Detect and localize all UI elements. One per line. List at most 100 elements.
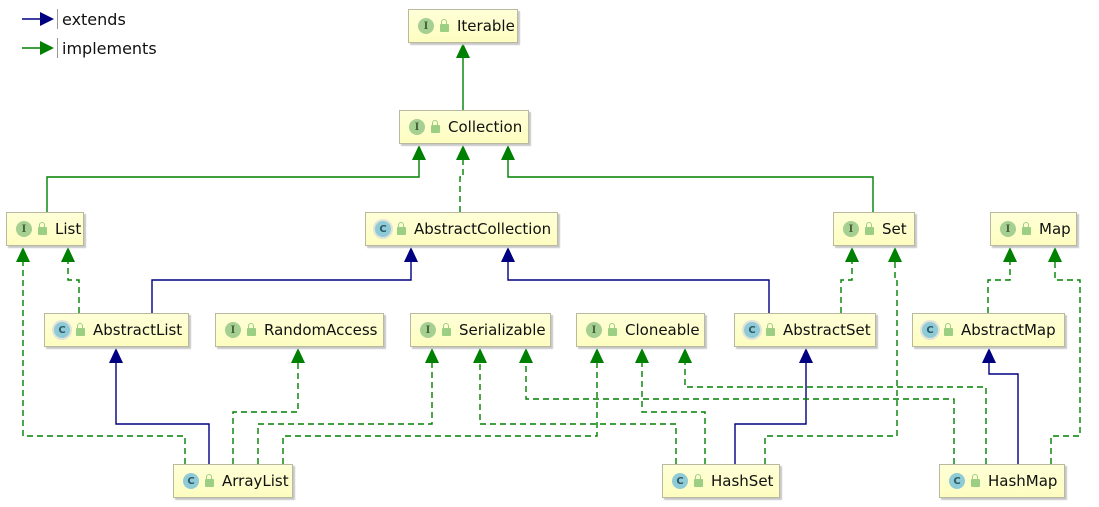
- edge-AbstractList-to-AbstractCollection: [151, 247, 418, 313]
- edge-line: [507, 259, 770, 313]
- node-label: HashSet: [711, 472, 774, 490]
- edge-line: [988, 360, 1019, 464]
- node-label: Collection: [448, 118, 523, 136]
- node-RandomAccess[interactable]: I RandomAccess: [215, 313, 384, 347]
- arrowhead-icon: [982, 348, 996, 363]
- arrowhead-icon: [888, 247, 902, 262]
- abstract-icon: C: [922, 322, 938, 338]
- edge-line: [734, 360, 807, 464]
- public-lock-icon: [1022, 222, 1031, 235]
- node-label: Map: [1039, 220, 1071, 238]
- edges-layer: [16, 43, 1081, 464]
- edge-ArrayList-to-Serializable: [257, 348, 439, 464]
- node-Iterable[interactable]: I Iterable: [408, 9, 518, 43]
- edge-line: [764, 259, 898, 464]
- node-label: ArrayList: [222, 472, 289, 490]
- interface-icon: I: [420, 322, 436, 338]
- node-AbstractSet[interactable]: C AbstractSet: [734, 313, 876, 347]
- arrowhead-icon: [425, 348, 439, 363]
- class-icon: C: [672, 473, 688, 489]
- arrowhead-icon: [1003, 247, 1017, 262]
- edge-HashMap-to-AbstractMap: [982, 348, 1019, 464]
- node-label: AbstractMap: [961, 321, 1056, 339]
- edge-HashSet-to-Serializable: [473, 348, 677, 464]
- edge-line: [115, 360, 210, 464]
- public-lock-icon: [205, 474, 214, 487]
- arrowhead-icon: [590, 348, 604, 363]
- class-diagram: extends implements I Iterable I Collection I…: [0, 0, 1099, 507]
- node-HashSet[interactable]: C HashSet: [662, 464, 780, 498]
- public-lock-icon: [766, 323, 775, 336]
- edge-AbstractCollection-to-Collection: [456, 145, 470, 212]
- public-lock-icon: [76, 323, 85, 336]
- arrowhead-icon: [291, 348, 305, 363]
- interface-icon: I: [843, 221, 859, 237]
- node-label: Cloneable: [625, 321, 700, 339]
- edge-List-to-Collection: [46, 145, 426, 212]
- arrowhead-icon: [61, 247, 75, 262]
- arrowhead-icon: [412, 145, 426, 160]
- node-Map[interactable]: I Map: [990, 212, 1077, 246]
- node-ArrayList[interactable]: C ArrayList: [173, 464, 293, 498]
- legend-implements: implements: [22, 38, 157, 58]
- edge-HashMap-to-Serializable: [519, 348, 955, 464]
- public-lock-icon: [865, 222, 874, 235]
- edge-line: [987, 259, 1011, 313]
- public-lock-icon: [397, 222, 406, 235]
- legend-label: implements: [62, 38, 157, 58]
- node-HashMap[interactable]: C HashMap: [939, 464, 1065, 498]
- edge-AbstractList-to-List: [61, 247, 80, 313]
- public-lock-icon: [431, 120, 440, 133]
- edge-ArrayList-to-AbstractList: [109, 348, 210, 464]
- class-icon: C: [949, 473, 965, 489]
- interface-icon: I: [418, 18, 434, 34]
- node-AbstractList[interactable]: C AbstractList: [44, 313, 189, 347]
- public-lock-icon: [971, 474, 980, 487]
- arrowhead-icon: [1048, 247, 1062, 262]
- public-lock-icon: [694, 474, 703, 487]
- edge-line: [459, 157, 464, 212]
- edge-HashSet-to-AbstractSet: [734, 348, 813, 464]
- abstract-icon: C: [375, 221, 391, 237]
- node-Cloneable[interactable]: I Cloneable: [576, 313, 705, 347]
- edge-AbstractMap-to-Map: [987, 247, 1017, 313]
- arrowhead-icon: [845, 247, 859, 262]
- node-AbstractMap[interactable]: C AbstractMap: [912, 313, 1065, 347]
- edge-HashMap-to-Cloneable: [678, 348, 987, 464]
- node-label: Serializable: [459, 321, 546, 339]
- node-label: List: [55, 220, 82, 238]
- arrowhead-icon: [501, 247, 515, 262]
- node-label: RandomAccess: [264, 321, 378, 339]
- node-label: AbstractSet: [783, 321, 871, 339]
- node-label: Set: [882, 220, 907, 238]
- abstract-icon: C: [744, 322, 760, 338]
- node-List[interactable]: I List: [6, 212, 84, 246]
- arrowhead-icon: [109, 348, 123, 363]
- edge-ArrayList-to-RandomAccess: [232, 348, 305, 464]
- node-label: HashMap: [988, 472, 1058, 490]
- arrowhead-icon: [799, 348, 813, 363]
- interface-icon: I: [586, 322, 602, 338]
- interface-icon: I: [409, 119, 425, 135]
- class-icon: C: [183, 473, 199, 489]
- abstract-icon: C: [54, 322, 70, 338]
- edge-line: [46, 157, 420, 212]
- legend-extends: extends: [22, 9, 126, 29]
- edge-Collection-to-Iterable: [456, 43, 470, 110]
- edge-line: [684, 360, 987, 464]
- node-Serializable[interactable]: I Serializable: [410, 313, 551, 347]
- arrowhead-icon: [16, 247, 30, 262]
- arrowhead-icon: [404, 247, 418, 262]
- edge-line: [641, 360, 706, 464]
- edge-line: [67, 259, 80, 313]
- public-lock-icon: [608, 323, 617, 336]
- arrowhead-icon: [678, 348, 692, 363]
- node-label: AbstractList: [93, 321, 183, 339]
- node-Collection[interactable]: I Collection: [399, 110, 529, 144]
- node-Set[interactable]: I Set: [833, 212, 915, 246]
- arrowhead-icon: [456, 145, 470, 160]
- interface-icon: I: [1000, 221, 1016, 237]
- node-AbstractCollection[interactable]: C AbstractCollection: [365, 212, 558, 246]
- interface-icon: I: [16, 221, 32, 237]
- edge-line: [525, 360, 955, 464]
